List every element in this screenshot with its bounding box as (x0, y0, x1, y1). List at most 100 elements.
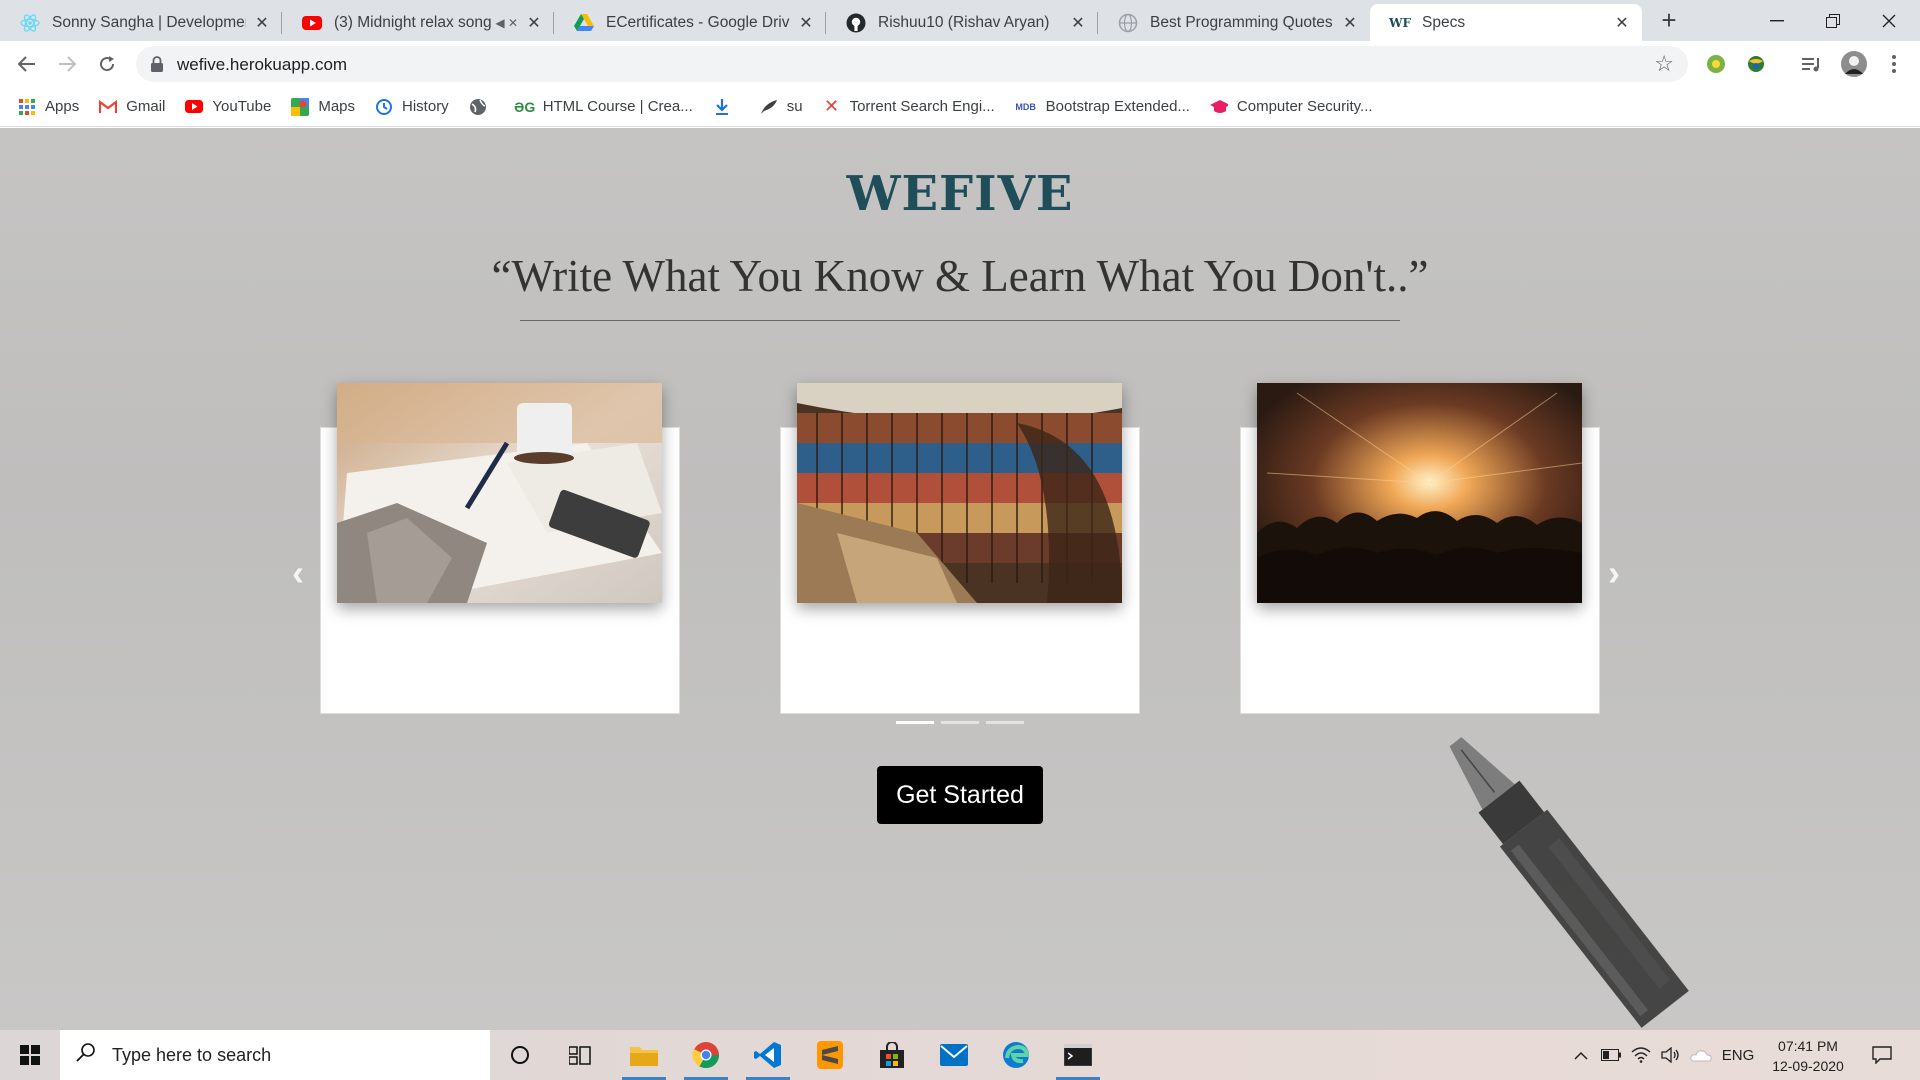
get-started-button[interactable]: Get Started (877, 766, 1043, 824)
extension-green-icon[interactable] (1704, 52, 1728, 76)
bookmark-torrent-search[interactable]: ✕ Torrent Search Engi... (823, 96, 995, 116)
store-icon[interactable] (866, 1030, 918, 1080)
carousel-indicators (896, 721, 1031, 724)
tab-title: Rishuu10 (Rishav Aryan) (878, 13, 1050, 31)
file-explorer-icon[interactable] (618, 1030, 670, 1080)
tab-sonny-sangha[interactable]: Sonny Sangha | Development ✕ (0, 4, 282, 41)
reload-button[interactable] (93, 50, 121, 78)
graduation-cap-icon (1209, 98, 1228, 116)
url-text[interactable]: wefive.herokuapp.com (177, 55, 347, 75)
bookmark-history[interactable]: History (375, 98, 449, 116)
carousel-indicator[interactable] (941, 721, 979, 724)
mdb-icon: MDB (1015, 101, 1036, 112)
github-icon (846, 13, 866, 33)
chrome-icon[interactable] (680, 1030, 732, 1080)
clock-time: 07:41 PM (1778, 1038, 1838, 1054)
history-icon (375, 98, 393, 116)
bookmark-su[interactable]: su (760, 98, 803, 116)
tab-specs[interactable]: WF Specs ✕ (1370, 4, 1642, 41)
windows-taskbar: Type here to search ENG 07:41 PM 12-09-2… (0, 1030, 1920, 1080)
profile-avatar[interactable] (1840, 50, 1868, 78)
minimize-button[interactable] (1749, 0, 1805, 41)
close-icon[interactable]: ✕ (252, 13, 272, 33)
apps-grid-icon (18, 98, 36, 116)
close-icon[interactable]: ✕ (1340, 13, 1360, 33)
card-image-writing[interactable] (337, 383, 662, 603)
bookmark-label: Gmail (126, 98, 166, 115)
bookmark-label: Apps (45, 98, 80, 115)
clock[interactable]: 07:41 PM 12-09-2020 (1768, 1036, 1848, 1076)
tab-github[interactable]: Rishuu10 (Rishav Aryan) ✕ (826, 4, 1098, 41)
new-tab-button[interactable]: + (1655, 7, 1683, 35)
x-icon: ✕ (824, 96, 840, 116)
terminal-icon[interactable] (1052, 1030, 1104, 1080)
globe-icon (1118, 13, 1138, 33)
lock-icon[interactable] (150, 56, 164, 72)
bookmark-computer-security[interactable]: Computer Security... (1209, 98, 1373, 116)
window-close-button[interactable] (1861, 0, 1917, 41)
battery-icon[interactable] (1597, 1030, 1625, 1080)
bookmark-bootstrap-extended[interactable]: MDB Bootstrap Extended... (1015, 98, 1190, 116)
bookmark-globe[interactable] (469, 98, 496, 116)
close-icon[interactable]: ✕ (796, 13, 816, 33)
media-control-icon[interactable] (1800, 52, 1824, 76)
speaker-muted-icon[interactable]: ◀︎ ✕ (495, 16, 518, 30)
search-placeholder: Type here to search (112, 1044, 272, 1065)
bookmark-label: HTML Course | Crea... (542, 98, 693, 115)
close-icon[interactable]: ✕ (1068, 13, 1088, 33)
forward-button[interactable] (53, 50, 81, 78)
bookmark-youtube[interactable]: YouTube (185, 98, 271, 116)
taskbar-search-box[interactable]: Type here to search (60, 1030, 490, 1080)
language-indicator[interactable]: ENG (1718, 1030, 1758, 1080)
close-icon[interactable]: ✕ (524, 13, 544, 33)
gmail-icon (99, 98, 118, 116)
browser-menu-icon[interactable] (1882, 52, 1906, 76)
bookmark-gmail[interactable]: Gmail (99, 98, 165, 116)
bookmark-html-course[interactable]: ƏG HTML Course | Crea... (514, 98, 693, 116)
onedrive-icon[interactable] (1687, 1030, 1715, 1080)
tab-google-drive[interactable]: ECertificates - Google Drive ✕ (554, 4, 826, 41)
vscode-icon[interactable] (742, 1030, 794, 1080)
show-hidden-icons-chevron-icon[interactable] (1566, 1030, 1596, 1080)
carousel-indicator[interactable] (896, 721, 934, 724)
tagline: “Write What You Know & Learn What You Do… (491, 251, 1429, 301)
bookmark-download[interactable] (713, 98, 740, 116)
tab-title: Sonny Sangha | Development (52, 13, 246, 31)
bookmark-label: History (402, 98, 449, 115)
tab-programming-quotes[interactable]: Best Programming Quotes - ✕ (1098, 4, 1370, 41)
restore-button[interactable] (1805, 0, 1861, 41)
bookmark-label: Maps (318, 98, 356, 115)
cortana-button[interactable] (494, 1030, 546, 1080)
mail-icon[interactable] (928, 1030, 980, 1080)
extension-globe-icon[interactable] (1744, 52, 1768, 76)
edge-icon[interactable] (990, 1030, 1042, 1080)
bookmark-apps[interactable]: Apps (18, 98, 79, 116)
browser-toolbar: wefive.herokuapp.com ☆ (0, 41, 1920, 87)
youtube-icon (185, 98, 204, 116)
wifi-icon[interactable] (1627, 1030, 1655, 1080)
card-image-library[interactable] (797, 383, 1122, 603)
address-bar[interactable]: wefive.herokuapp.com ☆ (136, 46, 1688, 82)
bookmark-label: YouTube (212, 98, 272, 115)
tab-title: Best Programming Quotes - (1150, 13, 1334, 31)
bookmark-label: Torrent Search Engi... (849, 98, 995, 115)
youtube-icon (302, 13, 322, 33)
windows-logo-icon (20, 1045, 40, 1065)
bookmark-maps[interactable]: Maps (291, 97, 356, 116)
tab-title: (3) Midnight relax song h (334, 13, 492, 31)
volume-icon[interactable] (1657, 1030, 1685, 1080)
carousel-next-button[interactable]: › (1608, 552, 1620, 594)
sublime-text-icon[interactable] (804, 1030, 856, 1080)
carousel-indicator[interactable] (986, 721, 1024, 724)
back-button[interactable] (13, 50, 41, 78)
bookmark-label: su (786, 98, 803, 115)
notification-center-icon[interactable] (1864, 1030, 1900, 1080)
bookmark-star-icon[interactable]: ☆ (1654, 51, 1674, 77)
search-icon (76, 1042, 96, 1068)
task-view-button[interactable] (554, 1030, 606, 1080)
start-button[interactable] (0, 1030, 60, 1080)
card-image-concert[interactable] (1257, 383, 1582, 603)
close-icon[interactable]: ✕ (1612, 13, 1632, 33)
tab-youtube[interactable]: (3) Midnight relax song h ◀︎ ✕ ✕ (282, 4, 554, 41)
carousel-prev-button[interactable]: ‹ (292, 552, 304, 594)
